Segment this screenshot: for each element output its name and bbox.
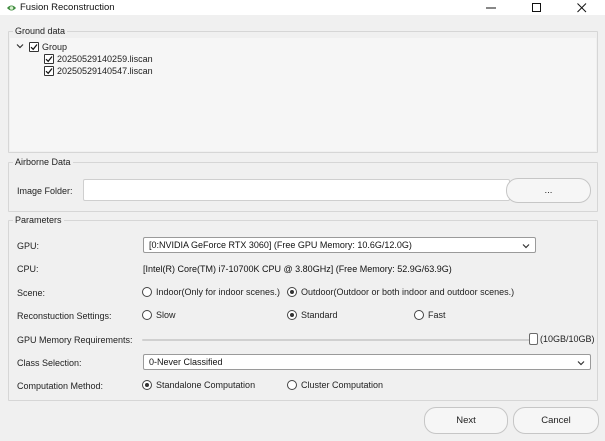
minimize-button[interactable] [468, 0, 514, 15]
ground-data-tree[interactable]: Group 20250529140259.liscan 202505291405… [10, 38, 596, 151]
browse-button[interactable]: ... [506, 178, 591, 203]
scene-radio-outdoor[interactable]: Outdoor(Outdoor or both indoor and outdo… [287, 287, 514, 297]
image-folder-label: Image Folder: [17, 186, 73, 196]
chevron-down-icon[interactable] [16, 42, 24, 52]
tree-item-group[interactable]: Group [29, 41, 67, 52]
radio-icon [142, 310, 152, 320]
check-icon [45, 67, 53, 74]
tree-item-label: Group [42, 41, 68, 52]
cancel-button[interactable]: Cancel [513, 407, 599, 434]
tree-item-file[interactable]: 20250529140259.liscan [44, 53, 153, 64]
group-checkbox[interactable] [29, 41, 39, 52]
recon-radio-fast[interactable]: Fast [414, 310, 446, 320]
radio-selected-icon [287, 310, 297, 320]
chevron-down-icon [577, 359, 585, 369]
scene-radio-indoor[interactable]: Indoor(Only for indoor scenes.) [142, 287, 280, 297]
gpu-label: GPU: [17, 241, 40, 251]
class-select-value: 0-Never Classified [149, 357, 223, 367]
radio-label: Indoor(Only for indoor scenes.) [156, 287, 281, 297]
chevron-down-icon [522, 242, 530, 252]
radio-label: Outdoor(Outdoor or both indoor and outdo… [301, 287, 515, 297]
next-button[interactable]: Next [424, 407, 508, 434]
file-checkbox[interactable] [44, 53, 54, 64]
parameters-label: Parameters [13, 215, 64, 225]
radio-icon [142, 287, 152, 297]
radio-label: Slow [156, 310, 176, 320]
gpu-memory-value: (10GB/10GB) [540, 334, 595, 344]
check-icon [45, 55, 53, 62]
gpu-memory-label: GPU Memory Requirements: [17, 335, 133, 345]
airborne-data-group: Airborne Data Image Folder: ... [8, 157, 598, 212]
tree-item-label: 20250529140547.liscan [57, 65, 153, 76]
cpu-label: CPU: [17, 264, 39, 274]
recon-radio-slow[interactable]: Slow [142, 310, 176, 320]
computation-method-label: Computation Method: [17, 381, 104, 391]
ground-data-label: Ground data [13, 26, 68, 36]
gpu-memory-slider-handle[interactable] [529, 333, 538, 345]
close-icon [577, 3, 587, 13]
maximize-button[interactable] [514, 0, 560, 15]
radio-label: Standalone Computation [156, 380, 256, 390]
cpu-value: [Intel(R) Core(TM) i7-10700K CPU @ 3.80G… [143, 264, 452, 274]
tree-item-label: 20250529140259.liscan [57, 53, 153, 64]
radio-selected-icon [142, 380, 152, 390]
radio-selected-icon [287, 287, 297, 297]
class-selection-label: Class Selection: [17, 358, 82, 368]
minimize-icon [486, 7, 496, 9]
compute-radio-standalone[interactable]: Standalone Computation [142, 380, 255, 390]
reconstruction-settings-label: Reconstuction Settings: [17, 311, 112, 321]
maximize-icon [532, 3, 541, 12]
window-title: Fusion Reconstruction [20, 2, 115, 13]
gpu-memory-slider[interactable] [142, 339, 535, 341]
image-folder-input[interactable] [83, 179, 510, 201]
title-bar: Fusion Reconstruction [0, 0, 605, 15]
gpu-select-value: [0:NVIDIA GeForce RTX 3060] (Free GPU Me… [149, 240, 412, 250]
radio-icon [414, 310, 424, 320]
check-icon [30, 43, 38, 50]
app-logo-icon [6, 2, 17, 13]
radio-label: Fast [428, 310, 446, 320]
class-select[interactable]: 0-Never Classified [143, 354, 591, 370]
airborne-data-label: Airborne Data [13, 157, 73, 167]
parameters-group: Parameters GPU: [0:NVIDIA GeForce RTX 30… [8, 215, 598, 401]
file-checkbox[interactable] [44, 65, 54, 76]
gpu-select[interactable]: [0:NVIDIA GeForce RTX 3060] (Free GPU Me… [143, 237, 536, 253]
radio-label: Standard [301, 310, 338, 320]
radio-label: Cluster Computation [301, 380, 384, 390]
tree-item-file[interactable]: 20250529140547.liscan [44, 65, 153, 76]
radio-icon [287, 380, 297, 390]
scene-label: Scene: [17, 288, 46, 298]
close-button[interactable] [559, 0, 605, 15]
ground-data-group: Ground data Group 20250529140259.liscan … [8, 26, 598, 153]
compute-radio-cluster[interactable]: Cluster Computation [287, 380, 383, 390]
recon-radio-standard[interactable]: Standard [287, 310, 338, 320]
